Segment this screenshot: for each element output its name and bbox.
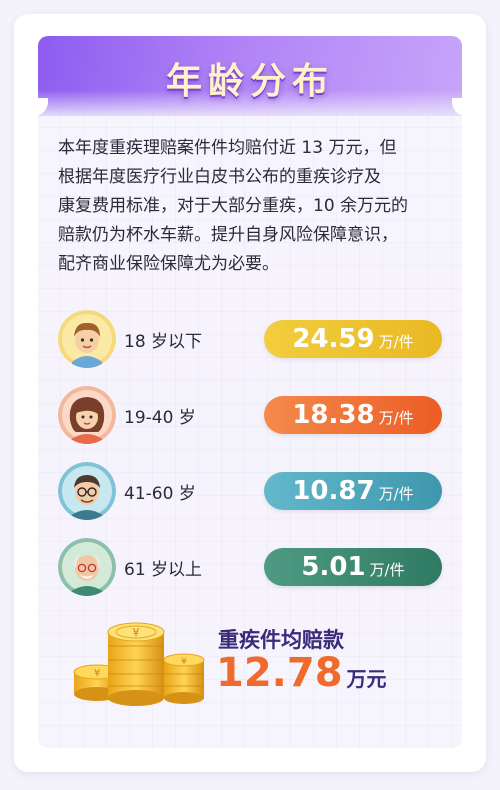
claim-unit: 万/件: [378, 409, 414, 427]
page-title: 年龄分布: [165, 61, 334, 102]
man-glasses-avatar-icon: [58, 462, 116, 520]
age-label: 41-60 岁: [124, 484, 196, 504]
age-row-under-18: 18 岁以下 24.59 万/件: [58, 310, 444, 370]
svg-text:¥: ¥: [181, 657, 187, 667]
intro-line: 本年度重疾理赔案件件均赔付近 13 万元，但: [58, 138, 397, 158]
age-label: 18 岁以下: [124, 332, 203, 352]
claim-value-pill: 18.38 万/件: [264, 396, 442, 434]
claim-unit: 万/件: [378, 333, 414, 351]
intro-line: 赔款仍为杯水车薪。提升自身风险保障意识，: [58, 225, 398, 245]
intro-paragraph: 本年度重疾理赔案件件均赔付近 13 万元，但 根据年度医疗行业白皮书公布的重疾诊…: [58, 134, 444, 279]
claim-value-pill: 5.01 万/件: [264, 548, 442, 586]
intro-line: 根据年度医疗行业白皮书公布的重疾诊疗及: [58, 167, 381, 187]
claim-value: 24.59: [292, 324, 375, 354]
intro-line: 配齐商业保险保障尤为必要。: [58, 254, 279, 274]
summary-unit: 万元: [346, 667, 387, 691]
claim-value: 5.01: [301, 552, 366, 582]
svg-text:¥: ¥: [94, 668, 100, 679]
claim-unit: 万/件: [369, 561, 405, 579]
summary-number: 12.78: [216, 650, 343, 696]
claim-value: 18.38: [292, 400, 375, 430]
intro-line: 康复费用标准，对于大部分重疾，10 余万元的: [58, 196, 409, 216]
child-avatar-icon: [58, 310, 116, 368]
claim-value-pill: 24.59 万/件: [264, 320, 442, 358]
age-label: 61 岁以上: [124, 560, 203, 580]
svg-text:¥: ¥: [133, 626, 140, 639]
claim-value-pill: 10.87 万/件: [264, 472, 442, 510]
gold-coins-icon: ¥ ¥ ¥: [73, 622, 205, 706]
claim-value: 10.87: [292, 476, 375, 506]
age-row-61-plus: 61 岁以上 5.01 万/件: [58, 538, 444, 598]
age-label: 19-40 岁: [124, 408, 196, 428]
summary-value: 12.78 万元: [216, 650, 387, 696]
elder-avatar-icon: [58, 538, 116, 596]
claim-unit: 万/件: [378, 485, 414, 503]
age-row-19-40: 19-40 岁 18.38 万/件: [58, 386, 444, 446]
age-row-41-60: 41-60 岁 10.87 万/件: [58, 462, 444, 522]
woman-avatar-icon: [58, 386, 116, 444]
